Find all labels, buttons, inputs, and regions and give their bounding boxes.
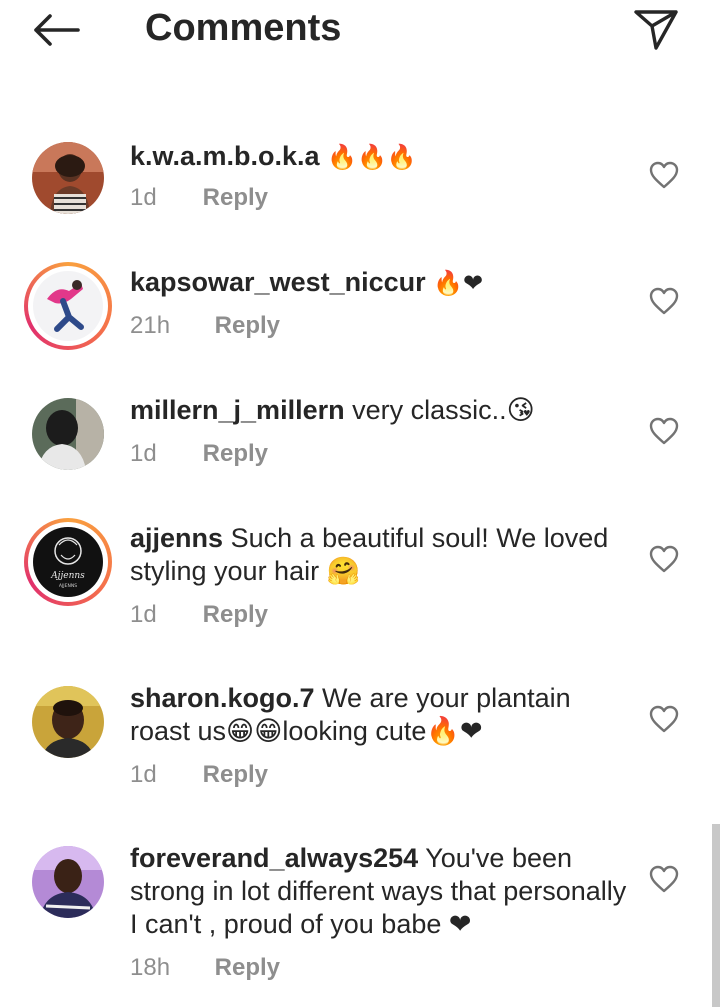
comment-body: 🔥❤ <box>433 270 484 297</box>
avatar-brand-text: Ajjenns <box>50 571 85 581</box>
avatar-image <box>32 142 104 214</box>
comment-item: kapsowar_west_niccur 🔥❤ 21h Reply <box>0 262 720 366</box>
avatar-image <box>33 271 103 341</box>
comment-text: ajjenns Such a beautiful soul! We loved … <box>130 522 630 588</box>
comment-meta: 1d Reply <box>130 184 268 212</box>
top-app-bar: Comments <box>0 0 720 60</box>
heart-outline-icon[interactable] <box>648 286 680 316</box>
comment-text: millern_j_millern very classic..😘 <box>130 394 630 427</box>
comment-body: very classic..😘 <box>352 395 535 425</box>
paper-plane-icon <box>634 10 678 50</box>
avatar-image <box>32 846 104 918</box>
avatar-image <box>32 686 104 758</box>
comment-item: k.w.a.m.b.o.k.a 🔥🔥🔥 1d Reply <box>0 140 720 230</box>
avatar[interactable] <box>32 686 104 758</box>
avatar-story-ring[interactable] <box>24 262 112 350</box>
comment-username[interactable]: sharon.kogo.7 <box>130 683 315 713</box>
avatar-story-ring[interactable]: Ajjenns AJJENNS <box>24 518 112 606</box>
heart-outline-icon[interactable] <box>648 416 680 446</box>
heart-outline-icon[interactable] <box>648 704 680 734</box>
comment-text: kapsowar_west_niccur 🔥❤ <box>130 266 630 300</box>
reply-button[interactable]: Reply <box>203 601 268 628</box>
avatar[interactable] <box>32 398 104 470</box>
avatar-image: Ajjenns AJJENNS <box>33 527 103 597</box>
heart-outline-icon[interactable] <box>648 160 680 190</box>
page-title: Comments <box>145 7 342 49</box>
comment-text: k.w.a.m.b.o.k.a 🔥🔥🔥 <box>130 140 630 174</box>
comment-text: foreverand_always254 You've been strong … <box>130 842 630 941</box>
comment-username[interactable]: ajjenns <box>130 523 223 553</box>
comment-item: millern_j_millern very classic..😘 1d Rep… <box>0 394 720 484</box>
comment-text: sharon.kogo.7 We are your plantain roast… <box>130 682 630 748</box>
comment-meta: 1d Reply <box>130 761 268 789</box>
comment-time: 21h <box>130 312 171 339</box>
comment-time: 1d <box>130 184 157 211</box>
share-button[interactable] <box>630 6 682 54</box>
comment-meta: 18h Reply <box>130 954 280 982</box>
avatar[interactable] <box>32 142 104 214</box>
back-button[interactable] <box>28 8 84 52</box>
comment-time: 1d <box>130 761 157 788</box>
comment-body: 🔥🔥🔥 <box>327 144 417 171</box>
reply-button[interactable]: Reply <box>203 761 268 788</box>
comment-username[interactable]: millern_j_millern <box>130 395 345 425</box>
comment-username[interactable]: foreverand_always254 <box>130 843 418 873</box>
comment-item: Ajjenns AJJENNS ajjenns Such a beautiful… <box>0 518 720 642</box>
comment-username[interactable]: kapsowar_west_niccur <box>130 267 426 297</box>
comment-username[interactable]: k.w.a.m.b.o.k.a <box>130 141 320 171</box>
comment-item: sharon.kogo.7 We are your plantain roast… <box>0 682 720 802</box>
reply-button[interactable]: Reply <box>203 440 268 467</box>
avatar-image <box>32 398 104 470</box>
heart-outline-icon[interactable] <box>648 544 680 574</box>
comment-item: foreverand_always254 You've been strong … <box>0 842 720 992</box>
comment-meta: 1d Reply <box>130 601 268 629</box>
comment-time: 1d <box>130 440 157 467</box>
avatar[interactable] <box>32 846 104 918</box>
reply-button[interactable]: Reply <box>215 312 280 339</box>
reply-button[interactable]: Reply <box>203 184 268 211</box>
comment-meta: 1d Reply <box>130 440 268 468</box>
arrow-left-icon <box>34 14 80 46</box>
heart-outline-icon[interactable] <box>648 864 680 894</box>
comment-time: 18h <box>130 954 171 981</box>
scrollbar-thumb[interactable] <box>712 824 720 1007</box>
comment-meta: 21h Reply <box>130 312 280 340</box>
comment-time: 1d <box>130 601 157 628</box>
avatar-brand-subtext: AJJENNS <box>59 583 77 589</box>
reply-button[interactable]: Reply <box>215 954 280 981</box>
